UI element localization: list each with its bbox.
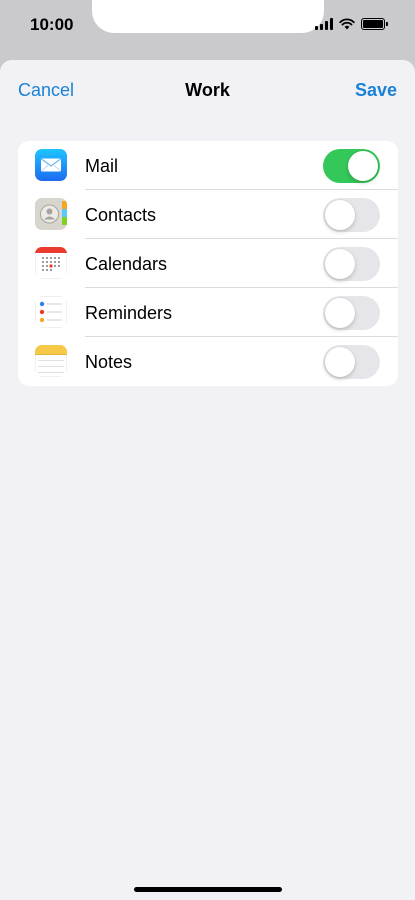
status-bar: 10:00: [0, 0, 415, 60]
status-time: 10:00: [30, 15, 74, 34]
reminders-toggle[interactable]: [323, 296, 380, 330]
item-label-calendars: Calendars: [85, 254, 168, 274]
item-label-notes: Notes: [85, 352, 133, 372]
battery-icon: [361, 18, 388, 30]
list-item-contacts: Contacts: [18, 190, 398, 239]
wifi-icon: [339, 18, 355, 30]
mail-toggle[interactable]: [323, 149, 380, 183]
contacts-toggle[interactable]: [323, 198, 380, 232]
home-indicator[interactable]: [134, 887, 282, 892]
save-button[interactable]: Save: [355, 80, 397, 101]
contacts-icon: [35, 198, 67, 230]
notch: [92, 0, 324, 33]
page-title: Work: [185, 80, 230, 100]
mail-icon: [35, 149, 67, 181]
notes-icon: [35, 345, 67, 377]
item-label-mail: Mail: [85, 156, 119, 176]
calendars-toggle[interactable]: [323, 247, 380, 281]
calendar-icon: [35, 247, 67, 279]
item-label-contacts: Contacts: [85, 205, 157, 225]
navigation-bar: Cancel Work Save: [0, 60, 415, 122]
list-item-reminders: Reminders: [18, 288, 398, 337]
status-icons: [315, 18, 388, 30]
list-item-calendars: Calendars: [18, 239, 398, 288]
list-item-mail: Mail: [18, 141, 398, 190]
cellular-signal-icon: [315, 18, 333, 30]
modal-sheet: Cancel Work Save Mail Contacts Calendars…: [0, 60, 415, 900]
phone-screen: 10:00 Cancel Work Save Mail Contacts Cal…: [0, 0, 415, 900]
item-label-reminders: Reminders: [85, 303, 173, 323]
list-item-notes: Notes: [18, 337, 398, 386]
notes-toggle[interactable]: [323, 345, 380, 379]
account-services-list: Mail Contacts Calendars Reminders Notes: [18, 141, 398, 386]
reminders-icon: [35, 296, 67, 328]
